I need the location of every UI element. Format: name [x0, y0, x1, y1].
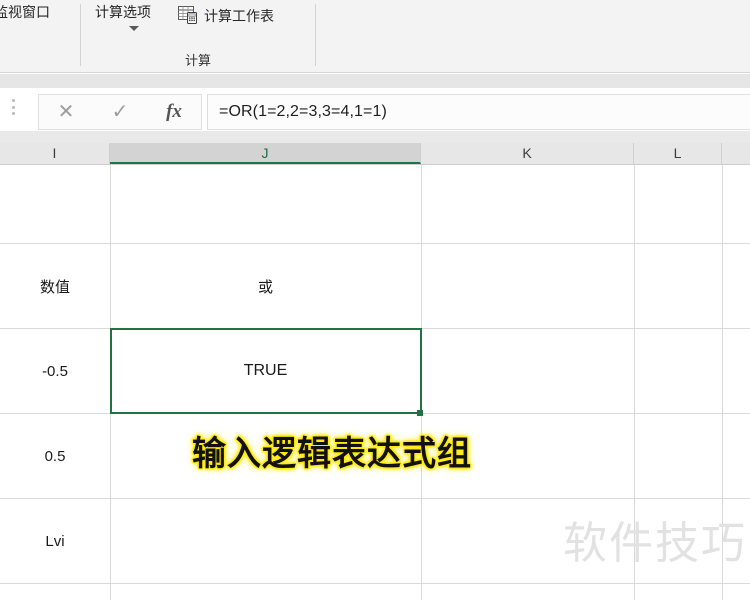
gridline-horizontal: [0, 583, 750, 584]
watermark-text: 软件技巧: [563, 519, 747, 568]
column-header-j[interactable]: J: [110, 143, 421, 164]
ribbon-group-watch-window: 监视窗口: [0, 0, 80, 73]
cancel-icon[interactable]: ✕: [39, 102, 93, 122]
cell-i-value-neg[interactable]: -0.5: [0, 329, 110, 413]
fill-handle[interactable]: [417, 410, 423, 416]
annotation-text: 输入逻辑表达式组: [192, 435, 472, 473]
calculate-sheet-button[interactable]: 计算工作表: [178, 6, 274, 25]
gridline-horizontal: [0, 498, 750, 499]
column-header-m[interactable]: [722, 143, 750, 164]
ribbon-group-empty: [316, 0, 750, 73]
column-header-k[interactable]: K: [421, 143, 634, 164]
watch-window-button[interactable]: 监视窗口: [0, 3, 50, 21]
formula-input[interactable]: =OR(1=2,2=3,3=4,1=1): [207, 94, 750, 130]
calculate-sheet-icon: [178, 6, 200, 25]
cell-i-value-pos[interactable]: 0.5: [0, 414, 110, 498]
ribbon-group-label-calculation: 计算: [184, 53, 211, 68]
column-header-i[interactable]: I: [0, 143, 110, 164]
formula-bar-buttons: ✕ ✓ fx: [38, 94, 202, 130]
ribbon-toolbar: 监视窗口 计算选项 计算工作表 计算: [0, 0, 750, 73]
formula-bar-top-band: [0, 74, 750, 88]
cell-i-value-lvi[interactable]: Lvi: [0, 499, 110, 583]
ribbon-group-calculation: 计算选项 计算工作表 计算: [81, 0, 315, 73]
calculate-sheet-label: 计算工作表: [204, 7, 274, 24]
gridline-horizontal: [0, 413, 750, 414]
insert-function-icon[interactable]: fx: [147, 102, 201, 122]
cell-j-label-or[interactable]: 或: [110, 244, 421, 328]
calculation-options-button[interactable]: 计算选项: [95, 3, 151, 21]
column-header-row: I J K L: [0, 143, 750, 165]
formula-bar-bottom-band: [0, 131, 750, 143]
confirm-check-icon[interactable]: ✓: [93, 102, 147, 122]
cell-i-label-value[interactable]: 数值: [0, 244, 110, 328]
column-header-l[interactable]: L: [634, 143, 722, 164]
cell-j-selected-value[interactable]: TRUE: [110, 329, 421, 413]
chevron-down-icon[interactable]: [129, 26, 139, 31]
formula-bar: ✕ ✓ fx =OR(1=2,2=3,3=4,1=1): [0, 74, 750, 143]
gridline-vertical: [421, 165, 422, 600]
name-box-handle-icon[interactable]: [12, 99, 15, 115]
